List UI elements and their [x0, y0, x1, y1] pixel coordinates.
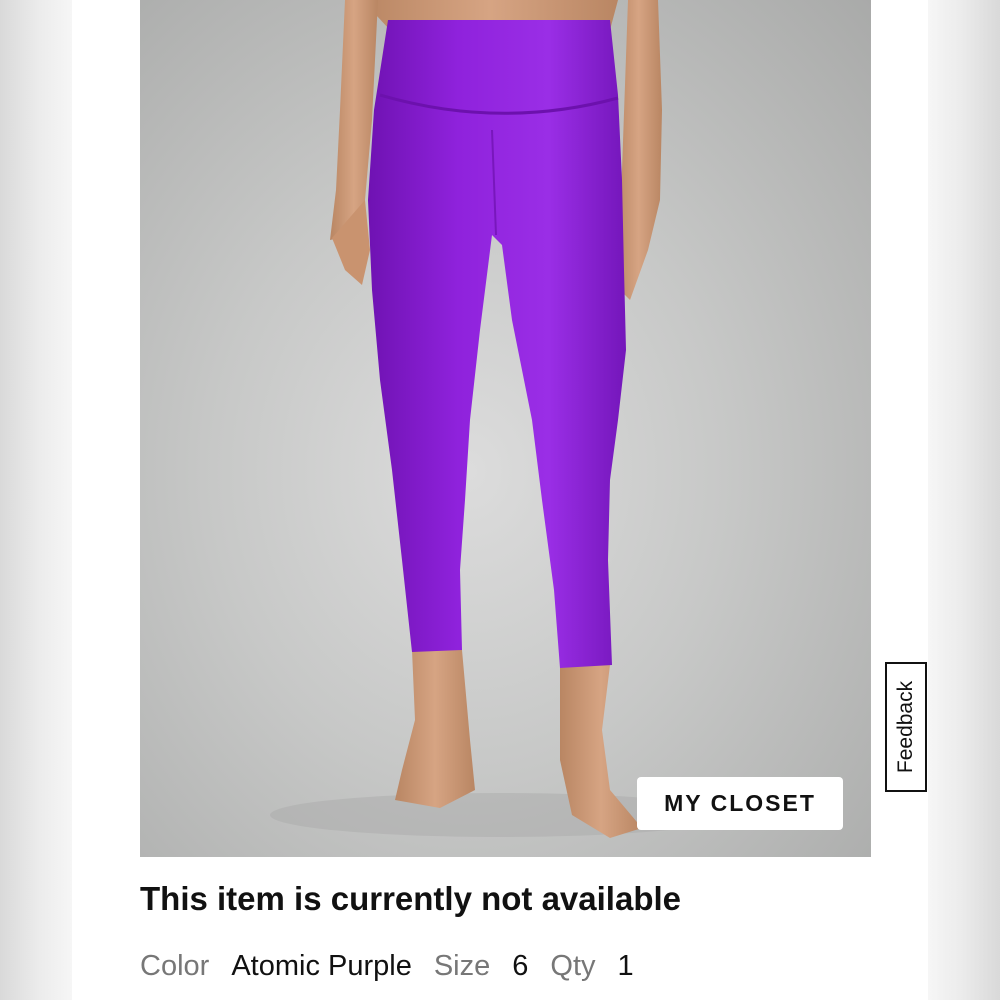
feedback-label: Feedback — [894, 680, 918, 774]
qty-label: Qty — [550, 950, 596, 982]
product-details-row: Color Atomic Purple Size 6 Qty 1 — [140, 950, 656, 983]
size-value: 6 — [512, 950, 529, 982]
feedback-tab[interactable]: Feedback — [885, 662, 927, 792]
qty-value: 1 — [617, 950, 634, 982]
size-label: Size — [433, 950, 491, 982]
color-value: Atomic Purple — [231, 950, 412, 982]
my-closet-button[interactable]: MY CLOSET — [637, 777, 843, 830]
product-image[interactable] — [140, 0, 871, 857]
leggings-illustration — [270, 0, 730, 838]
availability-message: This item is currently not available — [140, 880, 682, 917]
color-label: Color — [140, 950, 210, 982]
